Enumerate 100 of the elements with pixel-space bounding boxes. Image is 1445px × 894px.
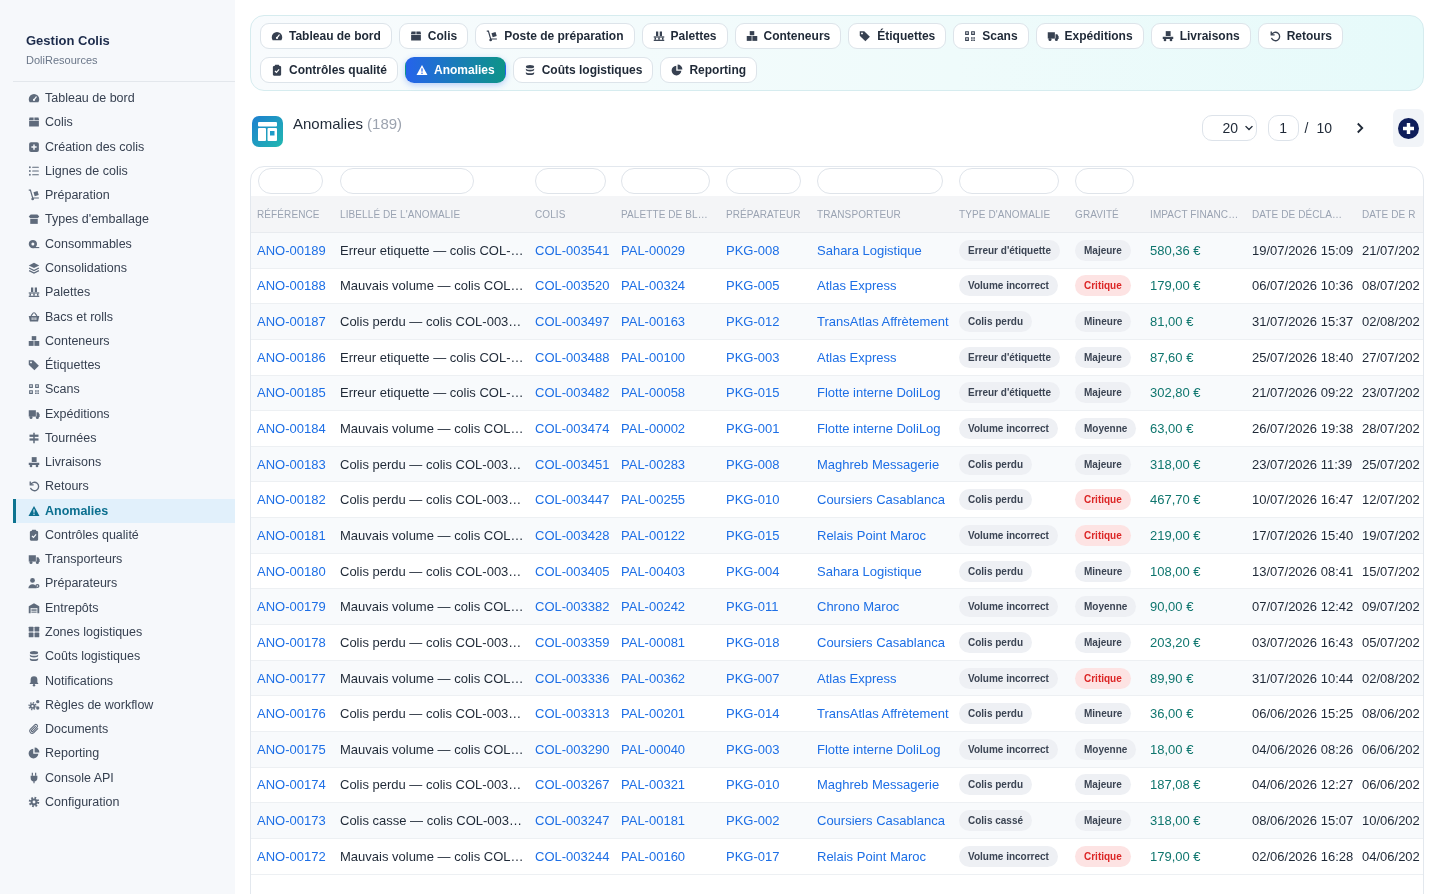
page-size-select[interactable]: 20	[1201, 115, 1257, 141]
reference-link[interactable]: ANO-00172	[257, 848, 326, 864]
parcel-link[interactable]: COL-003497	[535, 314, 610, 330]
reference-link[interactable]: ANO-00181	[257, 527, 326, 543]
carrier-link[interactable]: Atlas Express	[817, 670, 897, 686]
carrier-link[interactable]: Maghreb Messagerie	[817, 456, 940, 472]
reference-link[interactable]: ANO-00184	[257, 421, 326, 436]
preparer-link[interactable]: PKG-004	[726, 563, 780, 579]
parcel-link[interactable]: COL-003336	[535, 670, 610, 686]
reference-link[interactable]: ANO-00185	[257, 385, 326, 401]
carrier-link[interactable]: Flotte interne DoliLog	[817, 741, 941, 757]
parcel-link[interactable]: COL-003405	[535, 563, 610, 579]
pallet-link[interactable]: PAL-00403	[621, 563, 686, 579]
sidebar-item[interactable]: Contrôles qualité	[13, 522, 235, 548]
reference-link[interactable]: ANO-00189	[257, 242, 326, 258]
sidebar-item[interactable]: Palettes	[13, 280, 235, 305]
sidebar-item[interactable]: Configuration	[13, 789, 235, 814]
carrier-link[interactable]: Coursiers Casablanca	[817, 492, 945, 508]
reference-link[interactable]: ANO-00183	[257, 456, 326, 472]
tab[interactable]: Contrôles qualité	[260, 57, 398, 83]
sidebar-item[interactable]: Tableau de bord	[13, 86, 235, 111]
pallet-link[interactable]: PAL-00321	[621, 777, 686, 793]
pallet-link[interactable]: PAL-00040	[621, 741, 686, 757]
preparer-link[interactable]: PKG-018	[726, 634, 780, 650]
sidebar-item[interactable]: Conteneurs	[13, 328, 235, 353]
sidebar-item[interactable]: Documents	[13, 716, 235, 742]
pallet-link[interactable]: PAL-00201	[621, 706, 686, 722]
parcel-link[interactable]: COL-003482	[535, 385, 610, 401]
tab[interactable]: Conteneurs	[734, 23, 842, 49]
filter-field[interactable]	[340, 168, 474, 194]
reference-link[interactable]: ANO-00186	[257, 349, 326, 365]
filter-field[interactable]	[726, 168, 801, 194]
carrier-link[interactable]: Sahara Logistique	[817, 563, 922, 579]
carrier-link[interactable]: Relais Point Maroc	[817, 848, 927, 864]
parcel-link[interactable]: COL-003290	[535, 741, 610, 757]
pallet-link[interactable]: PAL-00324	[621, 278, 686, 294]
preparer-link[interactable]: PKG-008	[726, 456, 780, 472]
pallet-link[interactable]: PAL-00163	[621, 314, 686, 330]
parcel-link[interactable]: COL-003474	[535, 421, 610, 436]
parcel-link[interactable]: COL-003428	[535, 527, 610, 543]
sidebar-item[interactable]: Expéditions	[13, 401, 235, 426]
filter-field[interactable]	[959, 168, 1059, 194]
preparer-link[interactable]: PKG-015	[726, 385, 780, 401]
reference-link[interactable]: ANO-00177	[257, 670, 326, 686]
preparer-link[interactable]: PKG-012	[726, 314, 780, 330]
carrier-link[interactable]: Atlas Express	[817, 349, 897, 365]
tab[interactable]: Retours	[1257, 23, 1343, 49]
pallet-link[interactable]: PAL-00362	[621, 670, 686, 686]
parcel-link[interactable]: COL-003541	[535, 242, 610, 258]
reference-link[interactable]: ANO-00182	[257, 492, 326, 508]
carrier-link[interactable]: TransAtlas Affrètement	[817, 314, 949, 330]
filter-field[interactable]	[535, 168, 606, 194]
parcel-link[interactable]: COL-003447	[535, 492, 610, 508]
parcel-link[interactable]: COL-003488	[535, 349, 610, 365]
filter-field[interactable]	[621, 168, 710, 194]
sidebar-item[interactable]: Tournées	[13, 425, 235, 450]
parcel-link[interactable]: COL-003313	[535, 706, 610, 722]
tab[interactable]: Expéditions	[1035, 23, 1144, 49]
sidebar-item[interactable]: Préparation	[13, 183, 235, 208]
sidebar-item[interactable]: Scans	[13, 377, 235, 402]
carrier-link[interactable]: Flotte interne DoliLog	[817, 385, 941, 401]
carrier-link[interactable]: Flotte interne DoliLog	[817, 421, 941, 436]
reference-link[interactable]: ANO-00174	[257, 777, 326, 793]
sidebar-item[interactable]: Types d'emballage	[13, 207, 235, 232]
preparer-link[interactable]: PKG-015	[726, 527, 780, 543]
reference-link[interactable]: ANO-00176	[257, 706, 326, 722]
parcel-link[interactable]: COL-003382	[535, 599, 610, 615]
parcel-link[interactable]: COL-003244	[535, 848, 610, 864]
sidebar-item[interactable]: Bacs et rolls	[13, 304, 235, 329]
add-button[interactable]	[1393, 109, 1424, 147]
reference-link[interactable]: ANO-00187	[257, 314, 326, 330]
reference-link[interactable]: ANO-00178	[257, 634, 326, 650]
pallet-link[interactable]: PAL-00160	[621, 848, 686, 864]
carrier-link[interactable]: Coursiers Casablanca	[817, 813, 945, 829]
pallet-link[interactable]: PAL-00283	[621, 456, 686, 472]
reference-link[interactable]: ANO-00175	[257, 741, 326, 757]
pallet-link[interactable]: PAL-00255	[621, 492, 686, 508]
sidebar-item[interactable]: Création des colis	[13, 134, 235, 159]
carrier-link[interactable]: Relais Point Maroc	[817, 527, 927, 543]
preparer-link[interactable]: PKG-014	[726, 706, 780, 722]
carrier-link[interactable]: Coursiers Casablanca	[817, 634, 945, 650]
sidebar-item[interactable]: Livraisons	[13, 450, 235, 475]
preparer-link[interactable]: PKG-001	[726, 421, 780, 436]
tab[interactable]: Scans	[953, 23, 1029, 49]
sidebar-item[interactable]: Transporteurs	[13, 547, 235, 572]
carrier-link[interactable]: TransAtlas Affrètement	[817, 706, 949, 722]
preparer-link[interactable]: PKG-010	[726, 777, 780, 793]
pallet-link[interactable]: PAL-00002	[621, 421, 686, 436]
carrier-link[interactable]: Chrono Maroc	[817, 599, 900, 615]
preparer-link[interactable]: PKG-005	[726, 278, 780, 294]
sidebar-item[interactable]: Étiquettes	[13, 352, 235, 378]
filter-field[interactable]	[817, 168, 943, 194]
preparer-link[interactable]: PKG-002	[726, 813, 780, 829]
reference-link[interactable]: ANO-00188	[257, 278, 326, 294]
sidebar-item[interactable]: Console API	[13, 765, 235, 790]
tab[interactable]: Anomalies	[405, 57, 506, 83]
pallet-link[interactable]: PAL-00100	[621, 349, 686, 365]
tab[interactable]: Livraisons	[1150, 23, 1251, 49]
carrier-link[interactable]: Atlas Express	[817, 278, 897, 294]
sidebar-item[interactable]: Zones logistiques	[13, 619, 235, 645]
